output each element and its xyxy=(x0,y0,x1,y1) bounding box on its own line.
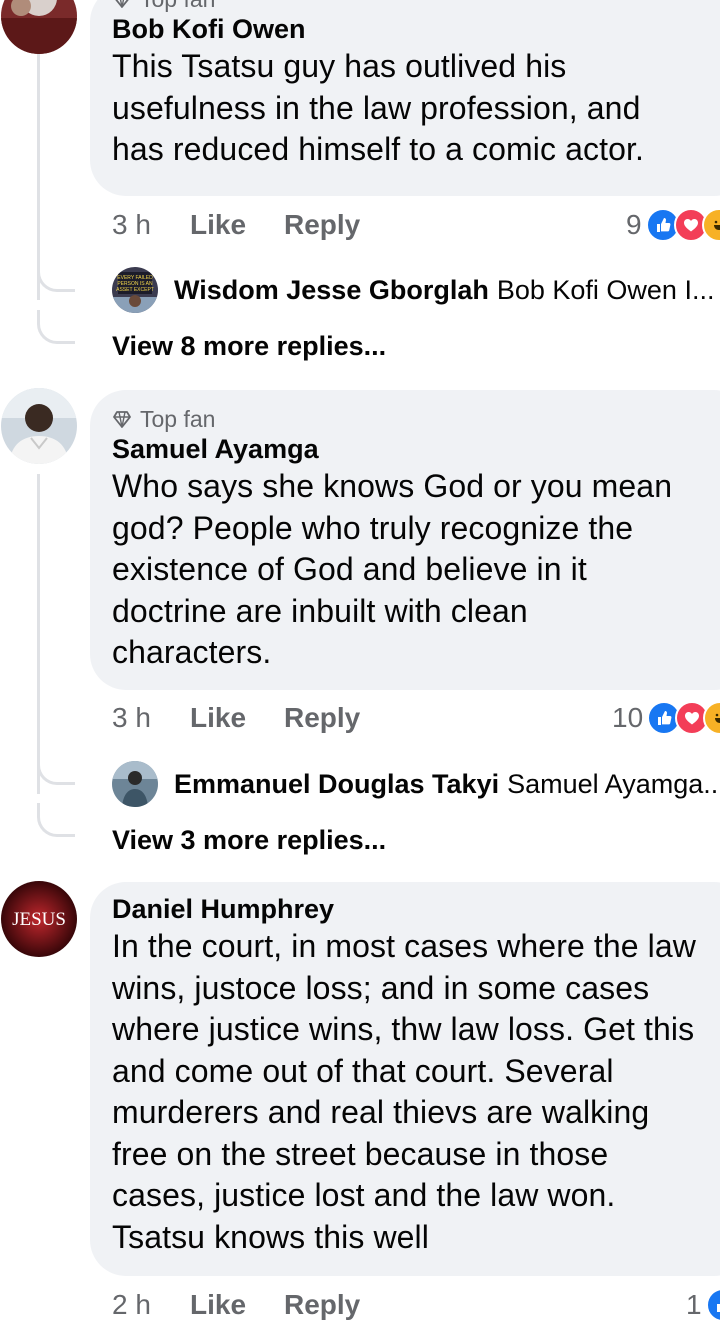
comment-actions: 2 h Like Reply xyxy=(112,1285,360,1322)
badge-label: Top fan xyxy=(140,0,215,12)
diamond-icon xyxy=(115,0,129,8)
reply-button[interactable]: Reply xyxy=(284,702,360,734)
reaction-summary[interactable]: 9 xyxy=(626,205,720,245)
comment-text: In the court, in most cases where the la… xyxy=(112,928,696,1255)
reaction-count: 1 xyxy=(686,1289,702,1320)
comment-bubble: Top fan Bob Kofi Owen This Tsatsu guy ha… xyxy=(90,0,720,196)
reply-author[interactable]: Wisdom Jesse Gborglah xyxy=(174,275,489,306)
thread-connector xyxy=(37,310,75,344)
like-reaction-icon xyxy=(705,1288,720,1322)
view-more-replies[interactable]: View 8 more replies... xyxy=(112,328,386,364)
svg-text:ASSET EXCEPT: ASSET EXCEPT xyxy=(116,287,154,293)
reply-avatar[interactable] xyxy=(112,761,158,807)
diamond-icon xyxy=(113,411,131,428)
reply-snippet: Samuel Ayamga... xyxy=(507,768,720,799)
haha-reaction-icon xyxy=(703,701,720,735)
commenter-avatar[interactable] xyxy=(1,0,77,54)
comments-page: Top fan Bob Kofi Owen This Tsatsu guy ha… xyxy=(0,0,720,1322)
comment-author[interactable]: Samuel Ayamga xyxy=(112,432,720,466)
reply-preview[interactable]: EVERY FAILED PERSON IS AN ASSET EXCEPT W… xyxy=(112,266,714,314)
top-fan-badge: Top fan xyxy=(112,406,720,432)
top-fan-badge: Top fan xyxy=(112,0,720,12)
comment-actions: 3 h Like Reply xyxy=(112,205,360,245)
reaction-summary[interactable]: 10 xyxy=(612,698,720,738)
like-button[interactable]: Like xyxy=(190,209,284,241)
thread-connector xyxy=(37,258,75,292)
comment-text: This Tsatsu guy has outlived his usefuln… xyxy=(112,48,644,167)
thread-connector xyxy=(37,751,75,785)
comment-time[interactable]: 3 h xyxy=(112,702,190,734)
view-more-replies[interactable]: View 3 more replies... xyxy=(112,822,386,858)
comment-time[interactable]: 3 h xyxy=(112,209,190,241)
comment-time[interactable]: 2 h xyxy=(112,1289,190,1321)
badge-label: Top fan xyxy=(140,406,216,432)
reaction-count: 9 xyxy=(626,209,642,240)
thread-connector xyxy=(37,803,75,837)
comment-text: Who says she knows God or you mean god? … xyxy=(112,468,673,670)
commenter-avatar[interactable]: JESUS xyxy=(1,881,77,957)
reply-avatar[interactable]: EVERY FAILED PERSON IS AN ASSET EXCEPT xyxy=(112,267,158,313)
reply-button[interactable]: Reply xyxy=(284,1289,360,1321)
comment-actions: 3 h Like Reply xyxy=(112,698,360,738)
comment-author[interactable]: Bob Kofi Owen xyxy=(112,12,720,46)
comment-bubble: Top fan Samuel Ayamga Who says she knows… xyxy=(90,390,720,690)
reply-author[interactable]: Emmanuel Douglas Takyi xyxy=(174,769,499,800)
reaction-count: 10 xyxy=(612,702,644,733)
reply-preview[interactable]: Emmanuel Douglas Takyi Samuel Ayamga... xyxy=(112,760,720,808)
thread-line xyxy=(37,474,40,794)
reply-button[interactable]: Reply xyxy=(284,209,360,241)
haha-reaction-icon xyxy=(701,208,720,242)
commenter-avatar[interactable] xyxy=(1,388,77,464)
reaction-summary[interactable]: 1 xyxy=(686,1285,720,1322)
like-button[interactable]: Like xyxy=(190,1289,284,1321)
comment-bubble: Daniel Humphrey In the court, in most ca… xyxy=(90,882,720,1276)
reply-snippet: Bob Kofi Owen I... xyxy=(496,274,715,305)
like-button[interactable]: Like xyxy=(190,702,284,734)
avatar-label: JESUS xyxy=(12,909,66,930)
comment-author[interactable]: Daniel Humphrey xyxy=(112,892,720,926)
